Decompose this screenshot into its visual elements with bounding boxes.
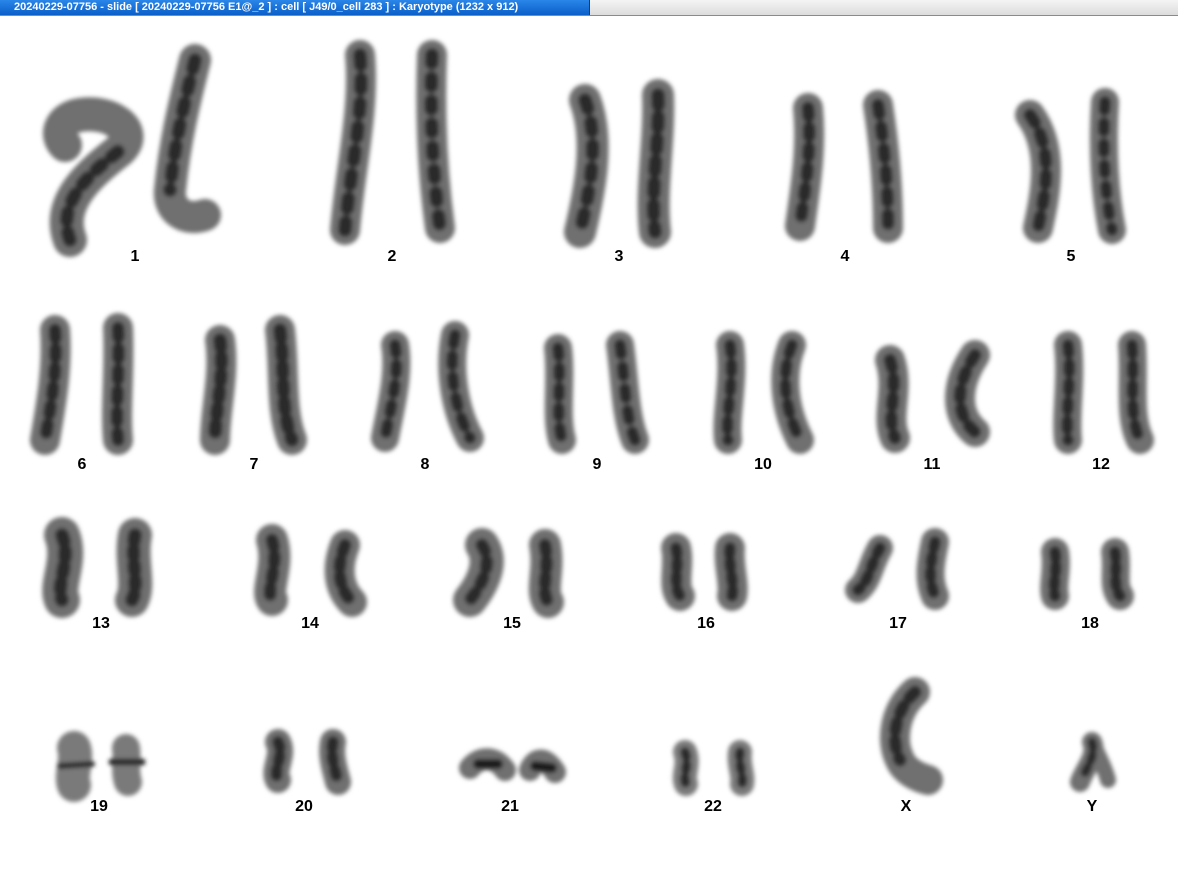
chromosome-3-pair[interactable] (564, 79, 675, 248)
label-chromosome-8: 8 (421, 456, 430, 473)
chromosome-12-pair[interactable] (1053, 331, 1154, 454)
chromosome-17-pair[interactable] (845, 528, 949, 610)
chromosome-13-pair[interactable] (42, 517, 153, 618)
karyotype-svg: 1 2 3 4 5 6 7 8 9 10 11 12 13 14 15 16 1… (30, 40, 1154, 815)
label-chromosome-18: 18 (1081, 615, 1099, 632)
chromosome-9-pair[interactable] (544, 331, 649, 454)
chromosome-11-pair[interactable] (875, 340, 990, 453)
chromosome-5-pair[interactable] (1015, 88, 1126, 244)
chromosome-10-pair[interactable] (713, 331, 814, 454)
label-chromosome-y: Y (1087, 798, 1098, 815)
label-chromosome-11: 11 (924, 456, 941, 473)
label-chromosome-15: 15 (503, 615, 521, 632)
chromosome-20-pair[interactable] (263, 729, 351, 795)
window-title[interactable]: 20240229-07756 - slide [ 20240229-07756 … (0, 0, 590, 15)
chromosome-4-pair[interactable] (785, 90, 903, 243)
karyotype-canvas: 1 2 3 4 5 6 7 8 9 10 11 12 13 14 15 16 1… (0, 16, 1178, 896)
label-chromosome-12: 12 (1092, 456, 1110, 473)
label-chromosome-17: 17 (889, 615, 907, 632)
chromosome-y[interactable] (1070, 732, 1116, 792)
label-chromosome-6: 6 (78, 456, 87, 473)
chromosome-x[interactable] (880, 677, 943, 795)
label-chromosome-13: 13 (92, 615, 110, 632)
chromosome-6-pair[interactable] (30, 313, 134, 455)
chromosome-8-pair[interactable] (371, 321, 484, 452)
label-chromosome-20: 20 (295, 798, 313, 815)
label-chromosome-16: 16 (697, 615, 715, 632)
chromosome-16-pair[interactable] (661, 533, 748, 611)
label-chromosome-10: 10 (754, 456, 772, 473)
label-chromosome-21: 21 (501, 798, 519, 815)
label-chromosome-1: 1 (131, 248, 140, 265)
label-chromosome-4: 4 (841, 248, 850, 265)
label-chromosome-x: X (901, 798, 912, 815)
label-chromosome-2: 2 (388, 248, 397, 265)
chromosome-7-pair[interactable] (200, 315, 307, 455)
chromosome-19-pair[interactable] (55, 731, 146, 802)
label-chromosome-9: 9 (593, 456, 602, 473)
label-chromosome-19: 19 (90, 798, 108, 815)
label-chromosome-7: 7 (250, 456, 259, 473)
label-chromosome-14: 14 (301, 615, 319, 632)
label-chromosome-22: 22 (704, 798, 722, 815)
chromosome-2-pair[interactable] (330, 40, 455, 245)
chromosome-21-pair[interactable] (459, 748, 566, 783)
chromosome-14-pair[interactable] (254, 524, 367, 617)
label-chromosome-5: 5 (1067, 248, 1076, 265)
chromosome-15-pair[interactable] (453, 528, 564, 618)
chromosome-22-pair[interactable] (672, 740, 755, 796)
label-chromosome-3: 3 (615, 248, 624, 265)
chromosome-1-pair[interactable] (43, 44, 221, 257)
chromosome-18-pair[interactable] (1040, 538, 1134, 610)
window-title-bar[interactable]: 20240229-07756 - slide [ 20240229-07756 … (0, 0, 1178, 16)
